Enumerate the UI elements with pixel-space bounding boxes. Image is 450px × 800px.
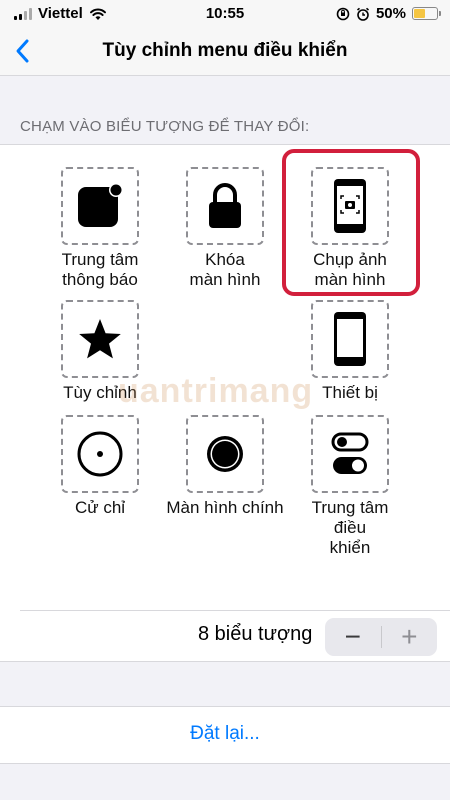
section-header: CHẠM VÀO BIỂU TƯỢNG ĐỂ THAY ĐỔI: (20, 118, 310, 135)
decrement-button[interactable]: − (325, 618, 381, 656)
lock-icon (209, 183, 241, 228)
grid-item-gesture[interactable]: Cử chỉ (35, 415, 165, 518)
icon-count-label: 8 biểu tượng (198, 623, 313, 645)
grid-item-lock-screen[interactable]: Khóa màn hình (160, 167, 290, 290)
screenshot-icon (334, 179, 366, 233)
grid-item-notification-center[interactable]: Trung tâm thông báo (35, 167, 165, 290)
reset-panel: Đặt lại... (0, 706, 450, 764)
status-bar: Viettel 10:55 50% (0, 0, 450, 28)
nav-bar: Tùy chỉnh menu điều khiển (0, 28, 450, 76)
battery-fill (414, 9, 425, 18)
device-icon (334, 312, 366, 366)
icon-slot[interactable] (186, 167, 264, 245)
grid-item-label: Màn hình chính (166, 498, 284, 517)
battery-icon (412, 7, 441, 20)
icon-slot[interactable] (186, 415, 264, 493)
home-icon (207, 436, 243, 472)
divider (20, 610, 450, 611)
grid-item-screenshot[interactable]: Chụp ảnh màn hình (285, 167, 415, 290)
orientation-lock-icon (336, 7, 350, 20)
notification-center-icon (78, 183, 123, 227)
icon-slot[interactable] (61, 415, 139, 493)
battery-percent: 50% (375, 5, 406, 22)
increment-button[interactable]: + (382, 618, 438, 656)
gesture-icon (77, 431, 123, 477)
alarm-icon (356, 7, 369, 21)
icon-slot[interactable] (311, 167, 389, 245)
grid-item-home[interactable]: Màn hình chính (160, 415, 290, 518)
control-center-icon (331, 432, 369, 474)
page-title: Tùy chỉnh menu điều khiển (102, 40, 348, 61)
grid-item-label: Cử chỉ (74, 498, 126, 517)
grid-item-label: Trung tâm thông báo (61, 250, 139, 289)
reset-button[interactable]: Đặt lại... (0, 723, 450, 745)
star-icon (79, 319, 121, 359)
icon-slot[interactable] (61, 300, 139, 378)
grid-item-label: Trung tâm điều khiển (311, 498, 389, 557)
icon-slot[interactable] (311, 415, 389, 493)
icon-count-stepper: − + (325, 618, 437, 656)
icon-slot[interactable] (311, 300, 389, 378)
icon-slot[interactable] (61, 167, 139, 245)
watermark: uantrimang (118, 372, 314, 410)
status-right: 50% (336, 5, 441, 22)
grid-item-control-center[interactable]: Trung tâm điều khiển (285, 415, 415, 558)
grid-item-label: Khóa màn hình (189, 250, 261, 289)
grid-item-label: Chụp ảnh màn hình (313, 250, 387, 289)
